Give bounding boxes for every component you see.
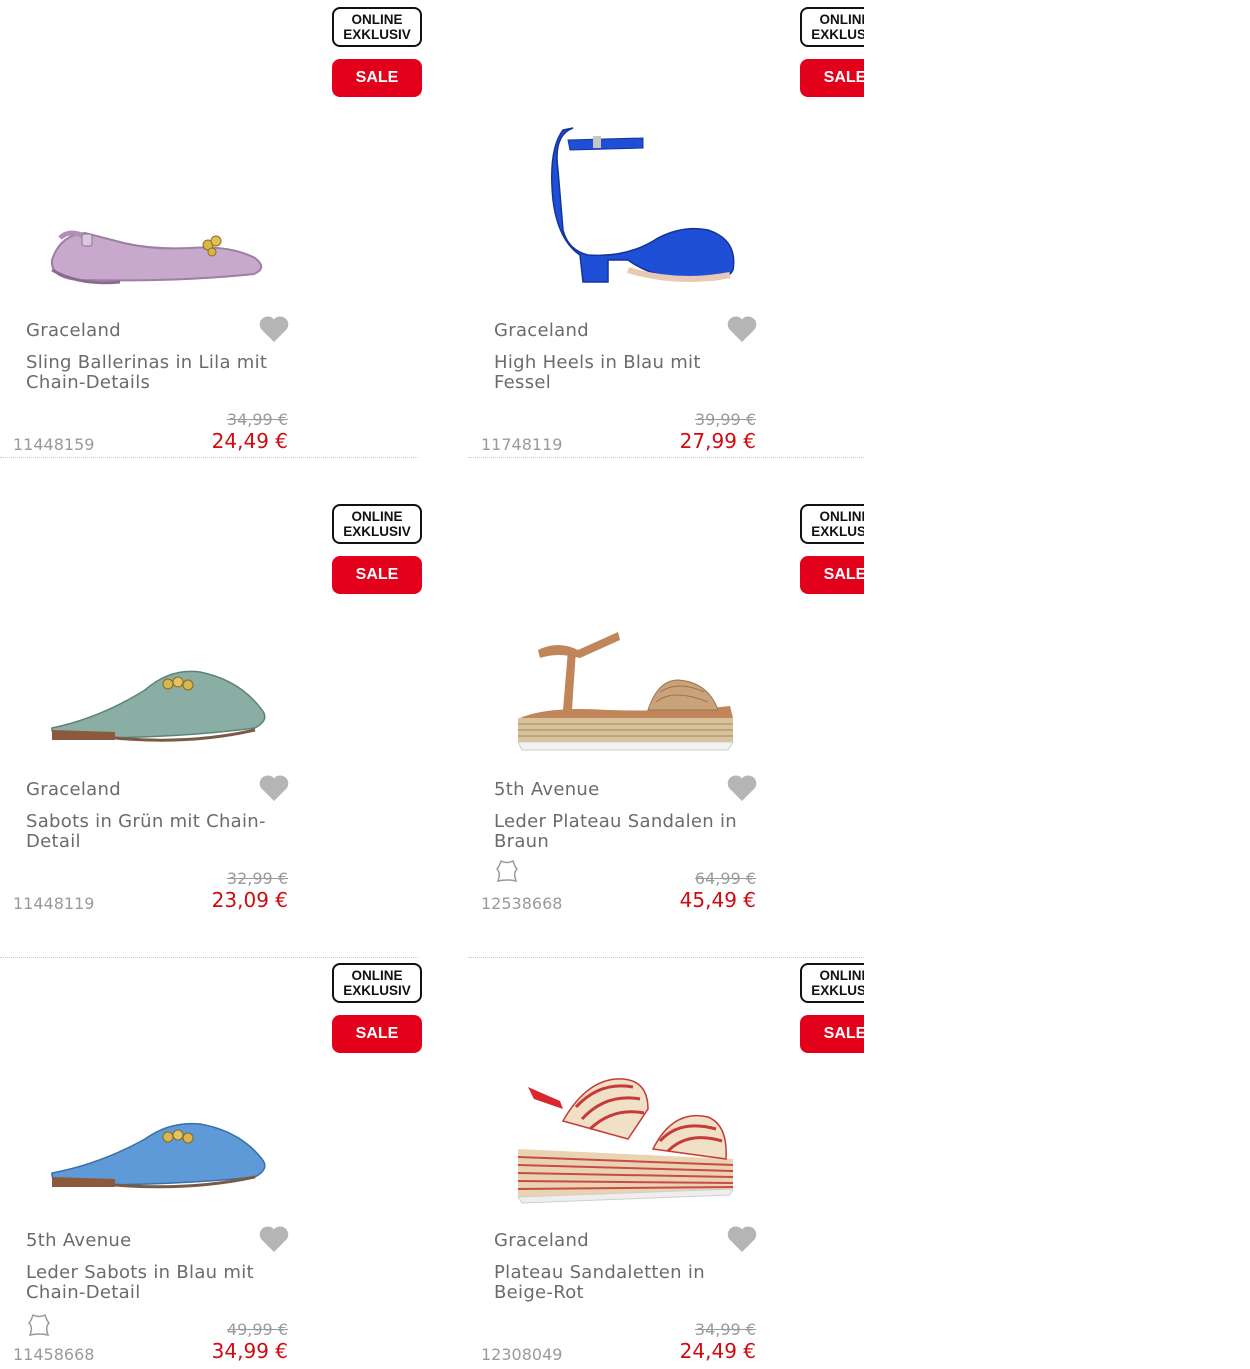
wishlist-heart-icon[interactable] xyxy=(258,773,290,803)
wishlist-heart-icon[interactable] xyxy=(258,314,290,344)
wishlist-heart-icon[interactable] xyxy=(726,773,758,803)
sale-badge: SALE xyxy=(332,556,422,594)
product-brand: Graceland xyxy=(494,1230,589,1251)
sale-price: 45,49 € xyxy=(679,888,756,912)
original-price: 32,99 € xyxy=(226,869,288,888)
sale-price: 27,99 € xyxy=(679,429,756,453)
product-card[interactable]: ONLINEEXKLUSIV SALE 5th Avenue Leder Pla… xyxy=(468,500,864,958)
sale-badge: SALE xyxy=(800,59,864,97)
product-sku: 11748119 xyxy=(481,435,563,454)
original-price: 64,99 € xyxy=(694,869,756,888)
wishlist-heart-icon[interactable] xyxy=(726,314,758,344)
sale-badge: SALE xyxy=(332,59,422,97)
card-divider xyxy=(468,957,864,958)
wishlist-heart-icon[interactable] xyxy=(726,1224,758,1254)
product-title[interactable]: Plateau Sandaletten in Beige-Rot xyxy=(494,1263,749,1303)
original-price: 49,99 € xyxy=(226,1320,288,1339)
product-title[interactable]: Sabots in Grün mit Chain-Detail xyxy=(26,812,281,852)
card-divider xyxy=(0,957,418,958)
product-card[interactable]: ONLINEEXKLUSIV SALE Graceland High Heels… xyxy=(468,0,864,458)
product-card[interactable]: ONLINE EXKLUSIV SALE Graceland Sabots in … xyxy=(0,500,422,958)
wishlist-heart-icon[interactable] xyxy=(258,1224,290,1254)
sale-badge: SALE xyxy=(800,1015,864,1053)
sale-badge: SALE xyxy=(800,556,864,594)
product-grid: ONLINE EXKLUSIV SALE Graceland Sling Ball… xyxy=(0,0,864,1369)
product-card[interactable]: ONLINE EXKLUSIV SALE 5th Avenue Leder Sab… xyxy=(0,959,422,1369)
original-price: 39,99 € xyxy=(694,410,756,429)
product-sku: 11458668 xyxy=(13,1345,95,1364)
product-brand: Graceland xyxy=(26,779,121,800)
product-sku: 12538668 xyxy=(481,894,563,913)
card-divider xyxy=(0,457,418,458)
leather-material-icon xyxy=(27,1313,51,1337)
product-image-blue-block-heel-pump[interactable] xyxy=(508,110,748,310)
sale-price: 23,09 € xyxy=(211,888,288,912)
product-title[interactable]: Leder Plateau Sandalen in Braun xyxy=(494,812,749,852)
product-brand: 5th Avenue xyxy=(26,1230,132,1251)
online-exclusive-badge: ONLINEEXKLUSIV xyxy=(332,504,422,544)
sale-price: 24,49 € xyxy=(211,429,288,453)
original-price: 34,99 € xyxy=(694,1320,756,1339)
product-card[interactable]: ONLINEEXKLUSIV SALE Graceland Plateau Sa… xyxy=(468,959,864,1369)
product-title[interactable]: High Heels in Blau mit Fessel xyxy=(494,353,749,393)
card-divider xyxy=(468,457,864,458)
sale-price: 24,49 € xyxy=(679,1339,756,1363)
product-card[interactable]: ONLINE EXKLUSIV SALE Graceland Sling Ball… xyxy=(0,0,422,458)
product-title[interactable]: Sling Ballerinas in Lila mit Chain-Detai… xyxy=(26,353,281,393)
product-brand: Graceland xyxy=(26,320,121,341)
sale-badge: SALE xyxy=(332,1015,422,1053)
sale-price: 34,99 € xyxy=(211,1339,288,1363)
online-exclusive-badge: ONLINEEXKLUSIV xyxy=(800,504,864,544)
online-exclusive-badge: ONLINEEXKLUSIV xyxy=(800,963,864,1003)
product-brand: Graceland xyxy=(494,320,589,341)
product-brand: 5th Avenue xyxy=(494,779,600,800)
original-price: 34,99 € xyxy=(226,410,288,429)
product-sku: 11448119 xyxy=(13,894,95,913)
product-sku: 11448159 xyxy=(13,435,95,454)
leather-material-icon xyxy=(495,859,519,883)
product-title[interactable]: Leder Sabots in Blau mit Chain-Detail xyxy=(26,1263,281,1303)
online-exclusive-badge: ONLINEEXKLUSIV xyxy=(800,7,864,47)
product-sku: 12308049 xyxy=(481,1345,563,1364)
online-exclusive-badge: ONLINEEXKLUSIV xyxy=(332,963,422,1003)
product-image-lilac-slingback-ballerina[interactable] xyxy=(40,110,280,310)
online-exclusive-badge: ONLINEEXKLUSIV xyxy=(332,7,422,47)
